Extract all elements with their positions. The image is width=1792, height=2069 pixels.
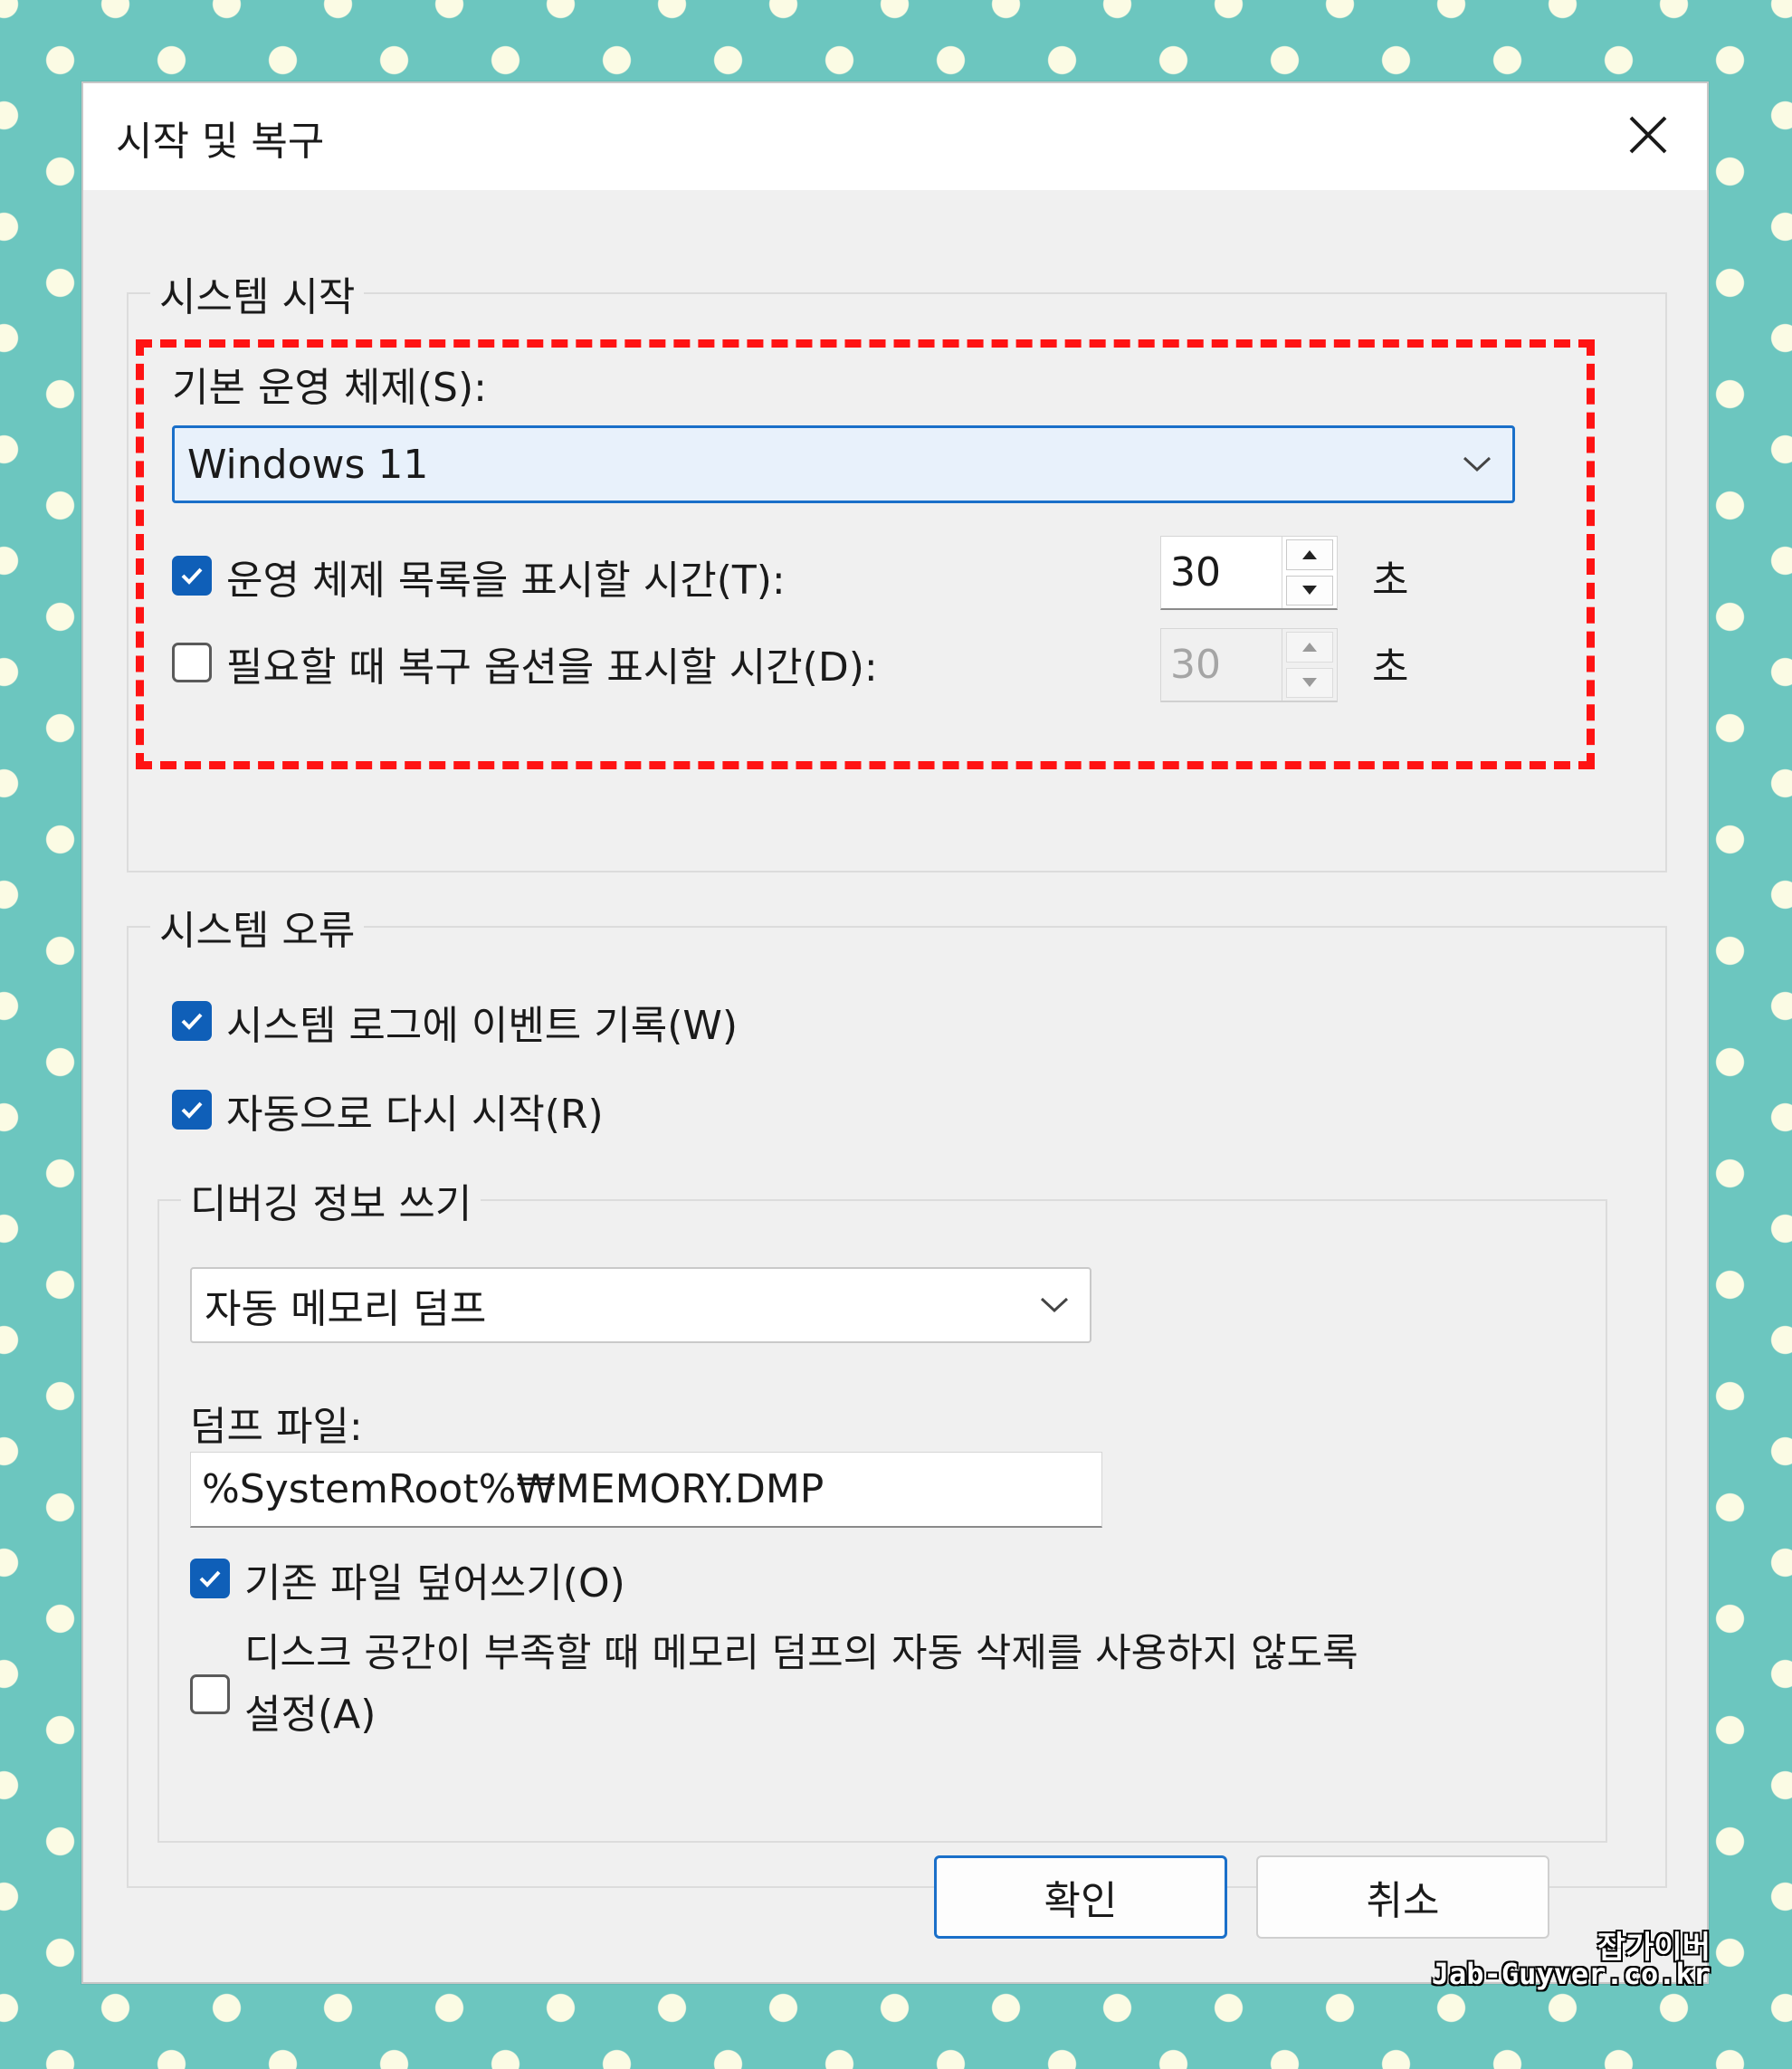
cancel-button[interactable]: 취소	[1256, 1855, 1549, 1939]
debug-info-legend: 디버깅 정보 쓰기	[190, 1181, 472, 1227]
show-recovery-label: 필요할 때 복구 옵션을 표시할 시간(D):	[226, 644, 878, 691]
recovery-seconds-value: 30	[1170, 642, 1221, 688]
system-startup-legend: 시스템 시작	[159, 274, 356, 320]
system-failure-legend: 시스템 오류	[159, 908, 356, 954]
overwrite-label: 기존 파일 덮어쓰기(O)	[244, 1560, 625, 1607]
recovery-unit: 초	[1372, 644, 1409, 691]
overwrite-checkbox[interactable]	[190, 1559, 230, 1598]
show-os-list-label: 운영 체제 목록을 표시할 시간(T):	[226, 558, 786, 604]
checkmark-icon	[181, 1013, 203, 1030]
checkmark-icon	[181, 567, 203, 585]
arrow-up-icon	[1302, 642, 1317, 652]
close-icon	[1629, 116, 1667, 154]
os-list-unit: 초	[1372, 558, 1409, 604]
ok-button[interactable]: 확인	[934, 1855, 1227, 1939]
chevron-down-icon	[1463, 456, 1492, 472]
dialog-title: 시작 및 복구	[116, 119, 325, 165]
auto-restart-checkbox[interactable]	[172, 1090, 212, 1130]
arrow-down-icon	[1302, 586, 1317, 596]
startup-recovery-dialog: 시작 및 복구 시스템 시작 기본 운영 체제(S): Windows 11 운…	[81, 81, 1709, 1984]
disable-autodelete-label-line2: 설정(A)	[244, 1692, 377, 1738]
checkmark-icon	[181, 1101, 203, 1119]
default-os-select[interactable]: Windows 11	[172, 425, 1515, 503]
dump-file-label: 덤프 파일:	[190, 1404, 363, 1450]
write-event-label: 시스템 로그에 이벤트 기록(W)	[226, 1003, 739, 1049]
dump-type-value: 자동 메모리 덤프	[205, 1286, 487, 1332]
dump-type-select[interactable]: 자동 메모리 덤프	[190, 1267, 1091, 1343]
auto-restart-label: 자동으로 다시 시작(R)	[226, 1092, 604, 1138]
spin-up-button-disabled	[1286, 632, 1333, 663]
spin-down-button-disabled	[1286, 667, 1333, 698]
dump-file-value: %SystemRoot%₩MEMORY.DMP	[202, 1466, 825, 1512]
chevron-down-icon	[1040, 1297, 1069, 1313]
checkmark-icon	[199, 1570, 221, 1588]
default-os-value: Windows 11	[187, 441, 429, 488]
show-os-list-checkbox[interactable]	[172, 556, 212, 596]
title-bar: 시작 및 복구	[83, 83, 1707, 190]
spin-up-button[interactable]	[1286, 539, 1333, 570]
default-os-label: 기본 운영 체제(S):	[172, 365, 487, 411]
disable-autodelete-label-line1: 디스크 공간이 부족할 때 메모리 덤프의 자동 삭제를 사용하지 않도록	[244, 1631, 1358, 1676]
dump-file-input[interactable]: %SystemRoot%₩MEMORY.DMP	[190, 1452, 1102, 1528]
os-list-seconds-value[interactable]: 30	[1161, 549, 1282, 596]
watermark-url: Jab-Guyver.co.kr	[1431, 1957, 1711, 1991]
arrow-up-icon	[1302, 549, 1317, 559]
spin-down-button[interactable]	[1286, 575, 1333, 605]
close-button[interactable]	[1616, 103, 1680, 167]
arrow-down-icon	[1302, 678, 1317, 688]
show-recovery-checkbox[interactable]	[172, 643, 212, 682]
recovery-seconds-spinner: 30	[1160, 628, 1338, 702]
ok-button-label: 확인	[1044, 1878, 1118, 1924]
cancel-button-label: 취소	[1366, 1878, 1440, 1924]
os-list-seconds-spinner[interactable]: 30	[1160, 536, 1338, 610]
write-event-checkbox[interactable]	[172, 1001, 212, 1041]
disable-autodelete-checkbox[interactable]	[190, 1674, 230, 1714]
